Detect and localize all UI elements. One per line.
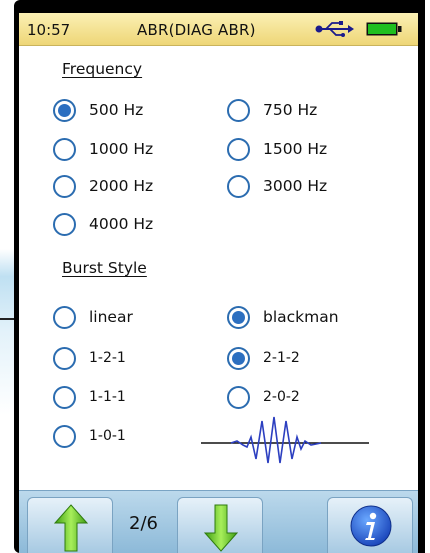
option-label: 1-2-1 bbox=[89, 350, 126, 366]
burst-option-1-0-1[interactable]: 1-0-1 bbox=[53, 423, 126, 449]
screen-title: ABR(DIAG ABR) bbox=[137, 21, 256, 39]
radio-button[interactable] bbox=[53, 98, 76, 122]
burst-option-1-2-1[interactable]: 1-2-1 bbox=[53, 345, 126, 371]
page-up-button[interactable] bbox=[27, 497, 113, 553]
burst-option-2-1-2[interactable]: 2-1-2 bbox=[227, 345, 300, 371]
burst-option-2-0-2[interactable]: 2-0-2 bbox=[227, 384, 300, 410]
option-label: 500 Hz bbox=[89, 101, 144, 119]
option-label: blackman bbox=[263, 308, 339, 326]
radio-button[interactable] bbox=[53, 174, 76, 198]
radio-selected-dot bbox=[232, 351, 245, 365]
radio-selected-dot bbox=[232, 310, 245, 324]
burst-option-blackman[interactable]: blackman bbox=[227, 304, 339, 330]
option-label: 750 Hz bbox=[263, 101, 318, 119]
option-label: 2000 Hz bbox=[89, 177, 154, 195]
arrow-up-icon bbox=[54, 504, 88, 552]
freq-option-1000[interactable]: 1000 Hz bbox=[53, 136, 153, 162]
device-screen: 10:57 ABR(DIAG ABR) Frequency 500 Hz 750… bbox=[19, 13, 418, 553]
option-label: 2-1-2 bbox=[263, 350, 300, 366]
radio-button[interactable] bbox=[53, 346, 76, 370]
radio-button[interactable] bbox=[227, 98, 250, 122]
pointer-line bbox=[0, 318, 14, 320]
radio-button[interactable] bbox=[53, 137, 76, 161]
radio-button[interactable] bbox=[227, 385, 250, 409]
burst-option-1-1-1[interactable]: 1-1-1 bbox=[53, 384, 126, 410]
waveform-icon bbox=[201, 416, 369, 464]
option-label: 3000 Hz bbox=[263, 177, 328, 195]
option-label: 1-1-1 bbox=[89, 389, 126, 405]
freq-option-4000[interactable]: 4000 Hz bbox=[53, 211, 153, 237]
radio-button[interactable] bbox=[227, 174, 250, 198]
background-gradient bbox=[0, 0, 14, 553]
usb-icon bbox=[315, 21, 355, 41]
option-label: 4000 Hz bbox=[89, 215, 154, 233]
battery-icon bbox=[366, 22, 402, 40]
option-label: linear bbox=[89, 308, 133, 326]
page-down-button[interactable] bbox=[177, 497, 263, 553]
info-icon bbox=[350, 505, 392, 547]
option-label: 1000 Hz bbox=[89, 140, 154, 158]
frequency-heading: Frequency bbox=[62, 60, 143, 78]
status-time: 10:57 bbox=[27, 21, 71, 39]
option-label: 1-0-1 bbox=[89, 428, 126, 444]
radio-button[interactable] bbox=[227, 305, 250, 329]
freq-option-500[interactable]: 500 Hz bbox=[53, 97, 143, 123]
arrow-down-icon bbox=[204, 504, 238, 552]
freq-option-2000[interactable]: 2000 Hz bbox=[53, 173, 153, 199]
radio-button[interactable] bbox=[227, 137, 250, 161]
bottom-toolbar: 2/6 bbox=[19, 490, 418, 553]
page-indicator: 2/6 bbox=[129, 513, 158, 534]
info-button[interactable] bbox=[327, 497, 413, 553]
radio-button[interactable] bbox=[53, 305, 76, 329]
status-bar: 10:57 ABR(DIAG ABR) bbox=[19, 13, 418, 46]
burst-style-heading: Burst Style bbox=[62, 259, 147, 277]
radio-button[interactable] bbox=[53, 212, 76, 236]
radio-button[interactable] bbox=[53, 424, 76, 448]
radio-button[interactable] bbox=[227, 346, 250, 370]
option-label: 2-0-2 bbox=[263, 389, 300, 405]
radio-selected-dot bbox=[58, 103, 71, 117]
battery-fill bbox=[368, 24, 396, 34]
freq-option-1500[interactable]: 1500 Hz bbox=[227, 136, 327, 162]
freq-option-3000[interactable]: 3000 Hz bbox=[227, 173, 327, 199]
option-label: 1500 Hz bbox=[263, 140, 328, 158]
burst-option-linear[interactable]: linear bbox=[53, 304, 133, 330]
radio-button[interactable] bbox=[53, 385, 76, 409]
freq-option-750[interactable]: 750 Hz bbox=[227, 97, 317, 123]
